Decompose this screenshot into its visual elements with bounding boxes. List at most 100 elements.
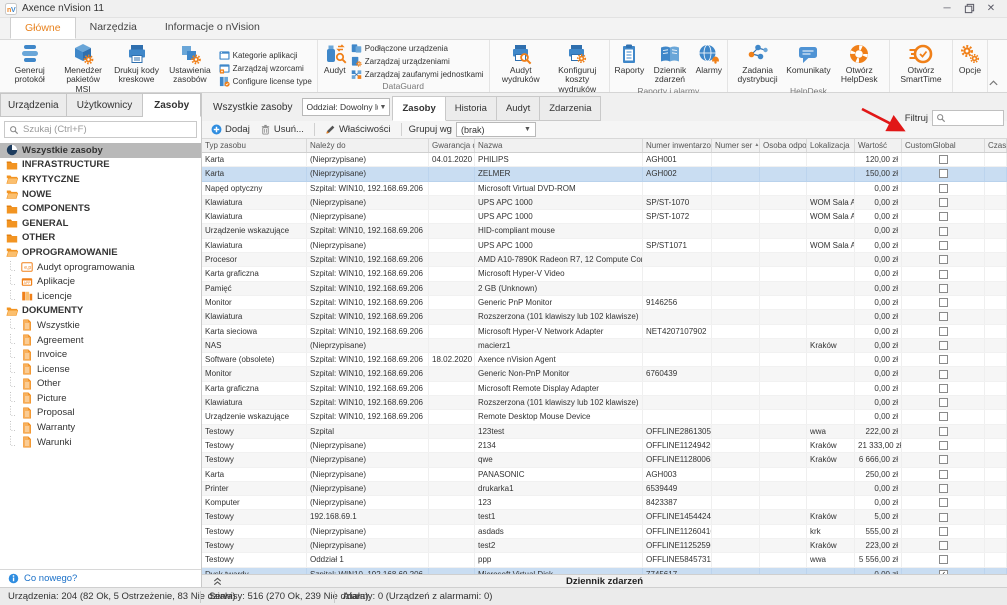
table-row[interactable]: Testowy(Nieprzypisane)asdadsOFFLINE11260… (202, 525, 1007, 539)
table-row[interactable]: TestowyOddział 1pppOFFLINE5845731wwa5 55… (202, 553, 1007, 567)
checkbox[interactable] (939, 298, 948, 307)
menu-tab-narzedzia[interactable]: Narzędzia (76, 17, 151, 39)
close-button[interactable]: ✕ (980, 1, 1002, 17)
checkbox[interactable] (939, 227, 948, 236)
ribbon-button-otworz-smarttime[interactable]: Otwórz SmartTime (893, 42, 949, 86)
column-header-czas[interactable]: Czas (985, 139, 1007, 152)
tab-zdarzenia[interactable]: Zdarzenia (540, 96, 601, 121)
column-header-osoba-odpowi[interactable]: Osoba odpowi (760, 139, 807, 152)
checkbox[interactable] (939, 455, 948, 464)
tree-item-picture[interactable]: Picture (0, 391, 201, 406)
checkbox[interactable] (939, 270, 948, 279)
table-row[interactable]: TestowySzpital123testOFFLINE2861305wwa22… (202, 425, 1007, 439)
table-row[interactable]: Urządzenie wskazująceSzpital: WIN10, 192… (202, 224, 1007, 238)
ribbon-button-opcje[interactable]: Opcje (956, 42, 984, 81)
checkbox[interactable] (939, 184, 948, 193)
delete-button[interactable]: Usuń... (257, 124, 307, 135)
ribbon-button-zadania-dystrybucji[interactable]: Zadania dystrybucji (731, 42, 784, 86)
ribbon-button-podlaczone-urzadzenia[interactable]: Podłączone urządzenia (351, 43, 484, 54)
minimize-button[interactable]: ─ (936, 1, 958, 17)
tree-item-oprogramowanie[interactable]: OPROGRAMOWANIE (0, 245, 201, 260)
column-header-gwarancja-do[interactable]: Gwarancja do (429, 139, 475, 152)
table-row[interactable]: KlawiaturaSzpital: WIN10, 192.168.69.206… (202, 396, 1007, 410)
table-row[interactable]: Klawiatura(Nieprzypisane)UPS APC 1000SP/… (202, 210, 1007, 224)
ribbon-button-configure-license-type[interactable]: Configure license type (219, 76, 312, 87)
checkbox[interactable] (939, 441, 948, 450)
table-row[interactable]: Napęd optycznySzpital: WIN10, 192.168.69… (202, 182, 1007, 196)
checkbox[interactable] (939, 212, 948, 221)
table-row[interactable]: Karta(Nieprzypisane)PANASONICAGH003250,0… (202, 468, 1007, 482)
ribbon-button-zarzadzaj-zaufanymi-jednostkami[interactable]: Zarządzaj zaufanymi jednostkami (351, 69, 484, 80)
checkbox[interactable] (939, 384, 948, 393)
sidebar-tab-uzytkownicy[interactable]: Użytkownicy (67, 93, 144, 117)
ribbon-button-ustawienia-zasobow[interactable]: Ustawienia zasobów (163, 42, 216, 95)
table-row[interactable]: Karta(Nieprzypisane)ZELMERAGH002150,00 z… (202, 167, 1007, 181)
tree-item-wszystkie-zasoby[interactable]: Wszystkie zasoby (0, 143, 201, 158)
tab-zasoby[interactable]: Zasoby (392, 96, 445, 121)
table-row[interactable]: ProcesorSzpital: WIN10, 192.168.69.206AM… (202, 253, 1007, 267)
tree-item-audyt-oprogramowania[interactable]: e,pAudyt oprogramowania (0, 260, 201, 275)
tree-item-agreement[interactable]: Agreement (0, 333, 201, 348)
sidebar-tab-urzadzenia[interactable]: Urządzenia (0, 93, 67, 117)
tree-item-nowe[interactable]: NOWE (0, 187, 201, 202)
table-row[interactable]: Urządzenie wskazująceSzpital: WIN10, 192… (202, 410, 1007, 424)
checkbox[interactable] (939, 169, 948, 178)
tab-audyt[interactable]: Audyt (497, 96, 540, 121)
ribbon-button-audyt-wydrukow[interactable]: Audyt wydruków (493, 42, 549, 95)
table-row[interactable]: MonitorSzpital: WIN10, 192.168.69.206Gen… (202, 367, 1007, 381)
menu-tab-glowne[interactable]: Główne (10, 17, 76, 39)
column-header-nalezy-do[interactable]: Należy do (307, 139, 429, 152)
column-header-typ-zasobu[interactable]: Typ zasobu (202, 139, 307, 152)
checkbox[interactable] (939, 541, 948, 550)
tree-item-invoice[interactable]: Invoice (0, 347, 201, 362)
checkbox[interactable] (939, 341, 948, 350)
table-row[interactable]: KlawiaturaSzpital: WIN10, 192.168.69.206… (202, 310, 1007, 324)
checkbox[interactable] (939, 412, 948, 421)
ribbon-button-kategorie-aplikacji[interactable]: Kategorie aplikacji (219, 50, 312, 61)
table-row[interactable]: Testowy(Nieprzypisane)test2OFFLINE112525… (202, 539, 1007, 553)
filter-input[interactable] (949, 113, 1000, 123)
ribbon-button-dziennik-zdarzen[interactable]: Dziennik zdarzeń (646, 42, 693, 86)
checkbox[interactable] (939, 198, 948, 207)
table-row[interactable]: Karta(Nieprzypisane)04.01.2020PHILIPSAGH… (202, 153, 1007, 167)
table-row[interactable]: Testowy(Nieprzypisane)qweOFFLINE11280068… (202, 453, 1007, 467)
event-log-panel[interactable]: Dziennik zdarzeń (202, 574, 1007, 587)
tree-item-infrastructure[interactable]: INFRASTRUCTURE (0, 158, 201, 173)
checkbox[interactable] (939, 355, 948, 364)
column-header-nazwa[interactable]: Nazwa (475, 139, 643, 152)
tree-item-warranty[interactable]: Warranty (0, 420, 201, 435)
table-row[interactable]: Klawiatura(Nieprzypisane)UPS APC 1000SP/… (202, 196, 1007, 210)
table-row[interactable]: MonitorSzpital: WIN10, 192.168.69.206Gen… (202, 296, 1007, 310)
tree-item-other[interactable]: OTHER (0, 231, 201, 246)
table-row[interactable]: Printer(Nieprzypisane)drukarka165394490,… (202, 482, 1007, 496)
table-row[interactable]: NAS(Nieprzypisane)macierz1Kraków0,00 zł (202, 339, 1007, 353)
table-row[interactable]: Komputer(Nieprzypisane)12384233870,00 zł (202, 496, 1007, 510)
ribbon-button-generuj-protokol[interactable]: Generuj protokół (3, 42, 56, 95)
chevron-double-up-icon[interactable] (212, 576, 223, 587)
checkbox[interactable] (939, 498, 948, 507)
ribbon-button-konfiguruj-koszty-wydrukow[interactable]: Konfiguruj koszty wydruków (549, 42, 606, 95)
column-header-wartosc[interactable]: Wartość (855, 139, 902, 152)
table-row[interactable]: Testowy192.168.69.1test1OFFLINE1454424Kr… (202, 510, 1007, 524)
menu-tab-informacje-o-nvision[interactable]: Informacje o nVision (151, 17, 274, 39)
table-row[interactable]: Klawiatura(Nieprzypisane)UPS APC 1000SP/… (202, 239, 1007, 253)
tree-item-dokumenty[interactable]: DOKUMENTY (0, 304, 201, 319)
checkbox[interactable] (939, 470, 948, 479)
column-header-lokalizacja[interactable]: Lokalizacja (807, 139, 855, 152)
checkbox[interactable] (939, 255, 948, 264)
checkbox[interactable] (939, 513, 948, 522)
table-row[interactable]: Karta graficznaSzpital: WIN10, 192.168.6… (202, 382, 1007, 396)
ribbon-button-zarzadzaj-urzadzeniami[interactable]: Zarządzaj urządzeniami (351, 56, 484, 67)
tab-historia[interactable]: Historia (446, 96, 497, 121)
sidebar-search[interactable] (4, 121, 197, 138)
table-row[interactable]: PamięćSzpital: WIN10, 192.168.69.2062 GB… (202, 282, 1007, 296)
restore-button[interactable] (958, 1, 980, 17)
checkbox[interactable] (939, 327, 948, 336)
tree-item-aplikacje[interactable]: APPAplikacje (0, 274, 201, 289)
filter-input-wrap[interactable] (932, 110, 1004, 126)
tree-item-proposal[interactable]: Proposal (0, 406, 201, 421)
ribbon-button-zarzadzaj-wzorcami[interactable]: Zarządzaj wzorcami (219, 63, 312, 74)
ribbon-button-raporty[interactable]: Raporty (613, 42, 647, 86)
properties-button[interactable]: Właściwości (322, 124, 394, 135)
table-row[interactable]: Karta sieciowaSzpital: WIN10, 192.168.69… (202, 325, 1007, 339)
